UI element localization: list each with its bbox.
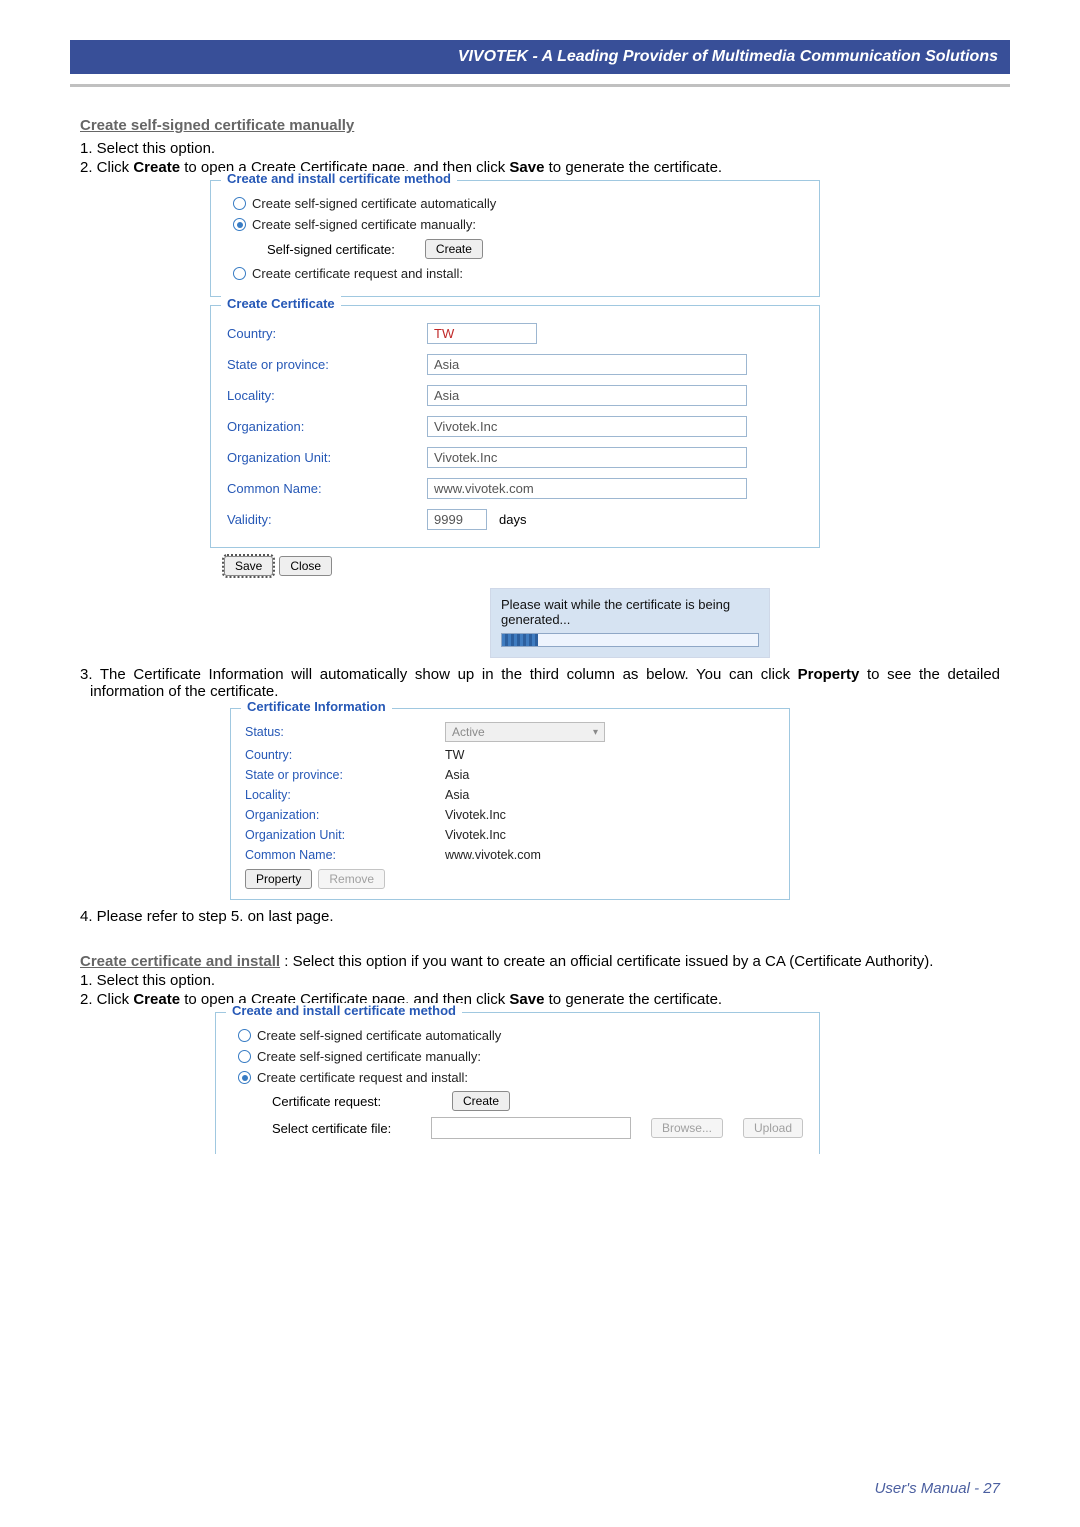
certificate-info-legend: Certificate Information: [241, 699, 392, 714]
property-button[interactable]: Property: [245, 869, 312, 889]
step2-post: to generate the certificate.: [544, 159, 722, 176]
ss3-radio-auto-label: Create self-signed certificate automatic…: [257, 1028, 501, 1043]
section-create-install-tail: : Select this option if you want to crea…: [280, 953, 933, 970]
info-orgunit-value: Vivotek.Inc: [445, 828, 506, 842]
locality-label: Locality:: [227, 388, 427, 403]
radio-request-row[interactable]: Create certificate request and install:: [227, 263, 803, 284]
step1-text: 1. Select this option.: [80, 140, 1000, 157]
create-install-method-legend: Create and install certificate method: [221, 171, 457, 186]
radio-request-label: Create certificate request and install:: [252, 266, 463, 281]
ss3-radio-request-row[interactable]: Create certificate request and install:: [232, 1067, 803, 1088]
info-state-label: State or province:: [245, 768, 445, 782]
chevron-down-icon: ▾: [593, 727, 598, 738]
step2-save-bold: Save: [509, 159, 544, 176]
section-create-self-signed-title: Create self-signed certificate manually: [80, 117, 1000, 134]
radio-auto[interactable]: [233, 197, 246, 210]
s2-pre: 2. Click: [80, 991, 133, 1008]
create-install-method-fieldset: Create and install certificate method Cr…: [210, 180, 820, 297]
common-name-label: Common Name:: [227, 481, 427, 496]
s2-post: to generate the certificate.: [544, 991, 722, 1008]
select-file-label: Select certificate file:: [272, 1121, 411, 1136]
ss3-create-button[interactable]: Create: [452, 1091, 510, 1111]
step3-pre: 3. The Certificate Information will auto…: [80, 666, 798, 683]
certificate-request-label: Certificate request:: [272, 1094, 432, 1109]
organization-input[interactable]: Vivotek.Inc: [427, 416, 747, 437]
ss3-radio-request-label: Create certificate request and install:: [257, 1070, 468, 1085]
header-divider: [70, 84, 1010, 87]
info-status-label: Status:: [245, 725, 445, 739]
certificate-info-fieldset: Certificate Information Status: Active ▾…: [230, 708, 790, 900]
radio-manual-label: Create self-signed certificate manually:: [252, 217, 476, 232]
ss3-radio-auto[interactable]: [238, 1029, 251, 1042]
state-label: State or province:: [227, 357, 427, 372]
remove-button[interactable]: Remove: [318, 869, 385, 889]
locality-input[interactable]: Asia: [427, 385, 747, 406]
state-input[interactable]: Asia: [427, 354, 747, 375]
create-button[interactable]: Create: [425, 239, 483, 259]
validity-label: Validity:: [227, 512, 427, 527]
radio-request[interactable]: [233, 267, 246, 280]
progress-fill: [502, 634, 538, 646]
ss3-radio-manual-row[interactable]: Create self-signed certificate manually:: [232, 1046, 803, 1067]
radio-auto-row[interactable]: Create self-signed certificate automatic…: [227, 193, 803, 214]
save-button[interactable]: Save: [224, 556, 273, 576]
org-unit-label: Organization Unit:: [227, 450, 427, 465]
please-wait-box: Please wait while the certificate is bei…: [490, 588, 770, 658]
section-create-install-title: Create certificate and install: [80, 953, 280, 970]
create-certificate-fieldset: Create Certificate Country: TW State or …: [210, 305, 820, 548]
ss3-radio-manual[interactable]: [238, 1050, 251, 1063]
create-certificate-legend: Create Certificate: [221, 296, 341, 311]
info-org-value: Vivotek.Inc: [445, 808, 506, 822]
page-footer: User's Manual - 27: [875, 1480, 1000, 1497]
validity-unit: days: [499, 512, 526, 527]
s2-create-bold: Create: [133, 991, 180, 1008]
close-button[interactable]: Close: [279, 556, 332, 576]
header-banner: VIVOTEK - A Leading Provider of Multimed…: [70, 40, 1010, 74]
country-input[interactable]: TW: [427, 323, 537, 344]
info-locality-value: Asia: [445, 788, 469, 802]
info-status-select: Active ▾: [445, 722, 605, 742]
info-cn-value: www.vivotek.com: [445, 848, 541, 862]
info-country-label: Country:: [245, 748, 445, 762]
step4-text: 4. Please refer to step 5. on last page.: [80, 908, 1000, 925]
upload-button[interactable]: Upload: [743, 1118, 803, 1138]
progress-bar: [501, 633, 759, 647]
please-wait-text: Please wait while the certificate is bei…: [501, 597, 730, 627]
certificate-file-input[interactable]: [431, 1117, 631, 1139]
info-state-value: Asia: [445, 768, 469, 782]
validity-input[interactable]: 9999: [427, 509, 487, 530]
step2-text: 2. Click Create to open a Create Certifi…: [80, 159, 1000, 176]
radio-manual-row[interactable]: Create self-signed certificate manually:: [227, 214, 803, 235]
info-status-value: Active: [452, 725, 485, 739]
step3-text: 3. The Certificate Information will auto…: [80, 666, 1000, 700]
step2-pre: 2. Click: [80, 159, 133, 176]
country-label: Country:: [227, 326, 427, 341]
browse-button[interactable]: Browse...: [651, 1118, 723, 1138]
s2-save-bold: Save: [509, 991, 544, 1008]
info-orgunit-label: Organization Unit:: [245, 828, 445, 842]
ss3-radio-manual-label: Create self-signed certificate manually:: [257, 1049, 481, 1064]
info-locality-label: Locality:: [245, 788, 445, 802]
section5-step1: 1. Select this option.: [80, 972, 1000, 989]
ss3-radio-request[interactable]: [238, 1071, 251, 1084]
radio-manual[interactable]: [233, 218, 246, 231]
section5-step2: 2. Click Create to open a Create Certifi…: [80, 991, 1000, 1008]
step2-create-bold: Create: [133, 159, 180, 176]
info-cn-label: Common Name:: [245, 848, 445, 862]
radio-auto-label: Create self-signed certificate automatic…: [252, 196, 496, 211]
org-unit-input[interactable]: Vivotek.Inc: [427, 447, 747, 468]
info-country-value: TW: [445, 748, 464, 762]
ss3-radio-auto-row[interactable]: Create self-signed certificate automatic…: [232, 1025, 803, 1046]
info-org-label: Organization:: [245, 808, 445, 822]
create-install-method-fieldset-2: Create and install certificate method Cr…: [215, 1012, 820, 1154]
organization-label: Organization:: [227, 419, 427, 434]
selfsigned-label: Self-signed certificate:: [267, 242, 395, 257]
create-install-method-legend-2: Create and install certificate method: [226, 1003, 462, 1018]
common-name-input[interactable]: www.vivotek.com: [427, 478, 747, 499]
step3-property-bold: Property: [798, 666, 860, 683]
